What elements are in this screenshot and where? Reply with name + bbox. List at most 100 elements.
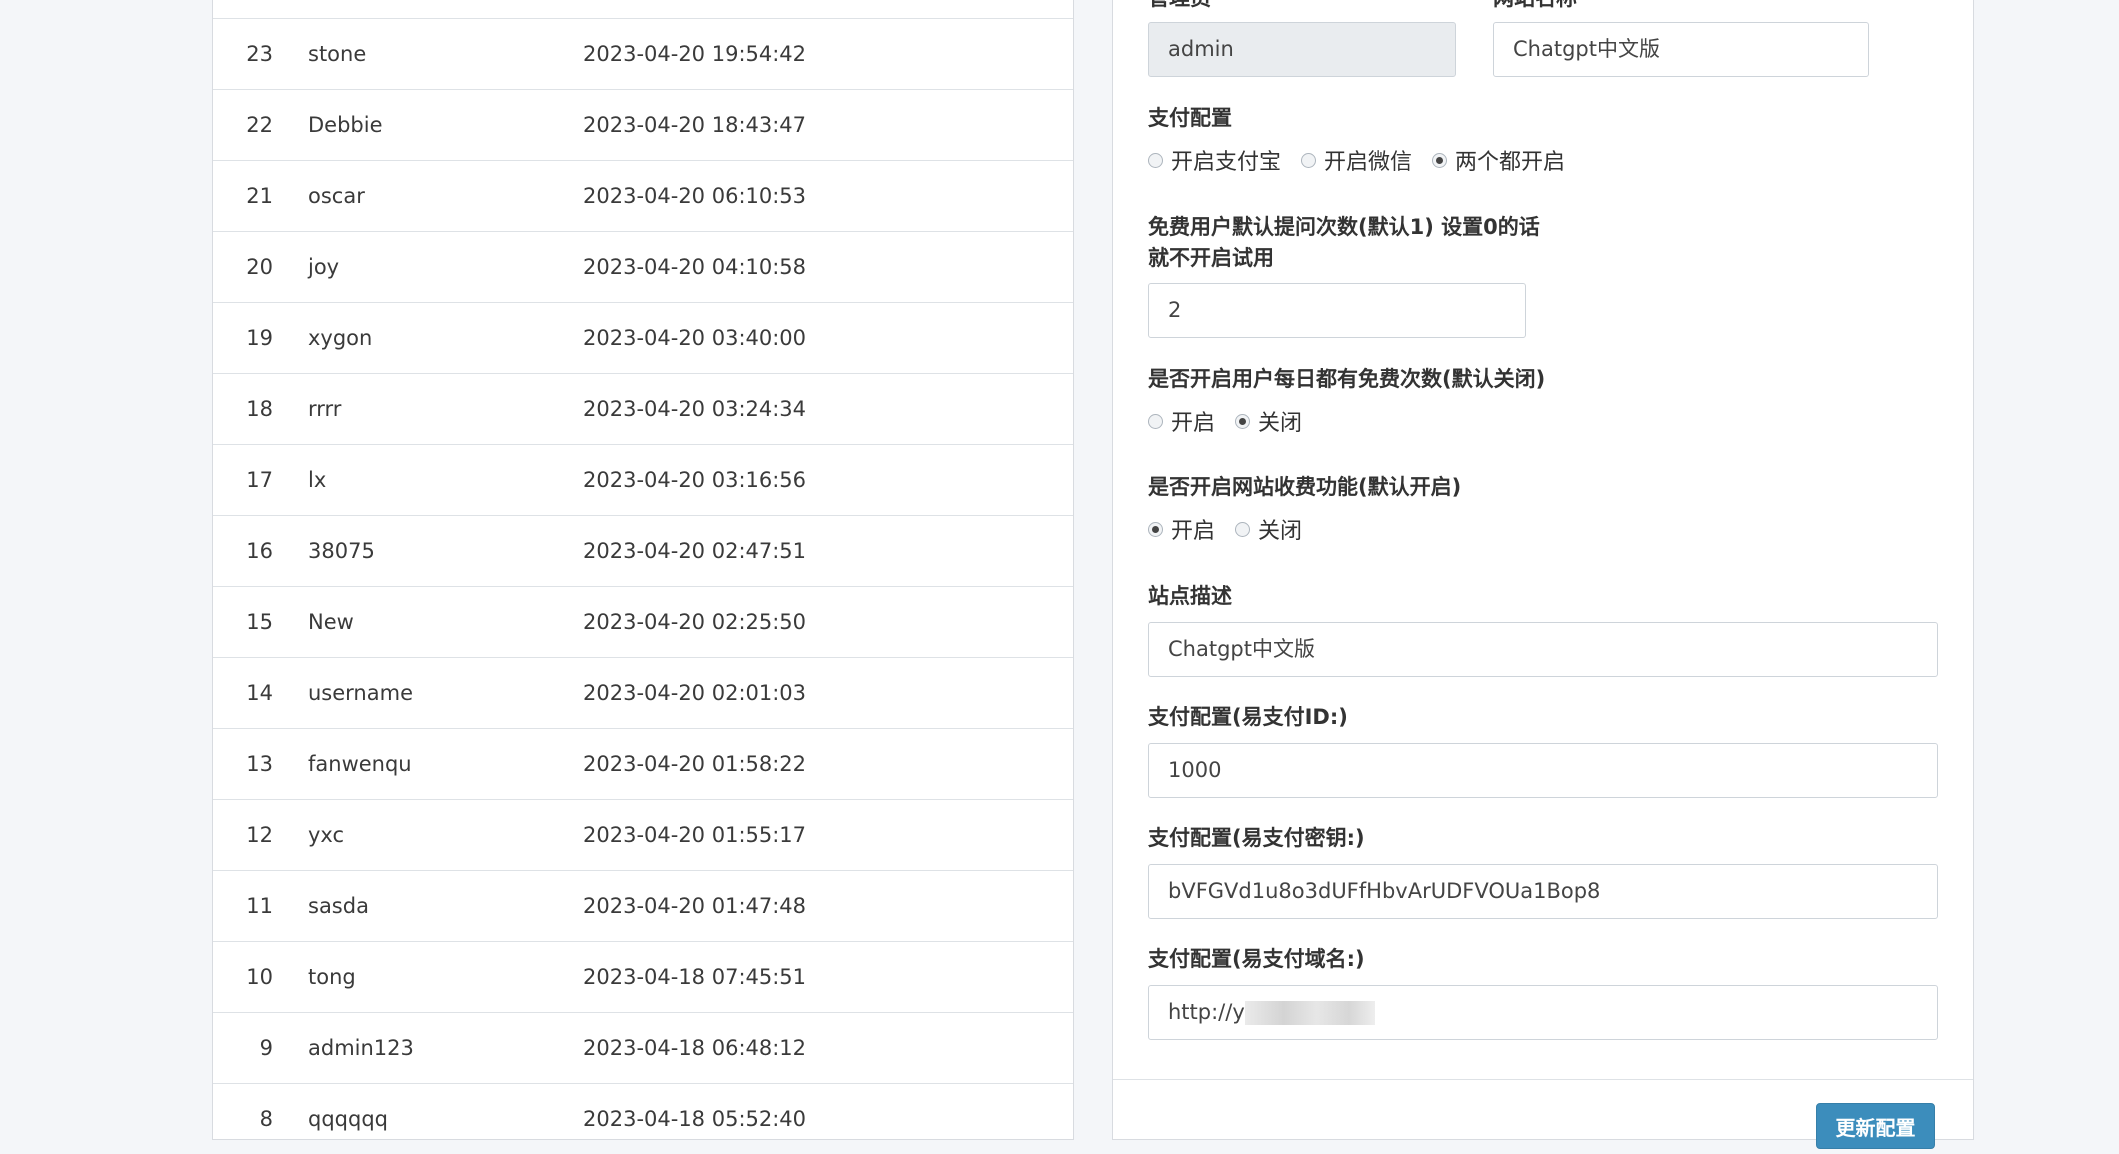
charge-radio-2[interactable] xyxy=(1235,521,1251,537)
row-time-cell: 2023-04-20 01:47:48 xyxy=(583,894,807,918)
table-row: 12 yxc 2023-04-20 01:55:17 xyxy=(213,799,1073,870)
row-username-cell: username xyxy=(308,681,413,705)
site-desc-field[interactable]: Chatgpt中文版 xyxy=(1148,622,1938,677)
row-time-cell: 2023-04-20 04:10:58 xyxy=(583,255,807,279)
row-id-cell: 23 xyxy=(246,42,273,66)
update-config-button[interactable]: 更新配置 xyxy=(1816,1103,1935,1149)
row-id-cell: 17 xyxy=(246,468,273,492)
table-row: 13 fanwenqu 2023-04-20 01:58:22 xyxy=(213,728,1073,799)
pay-option-1[interactable]: 开启支付宝 xyxy=(1148,144,1281,176)
daily-free-radio-1[interactable] xyxy=(1148,413,1163,429)
row-time-cell: 2023-04-20 03:24:34 xyxy=(583,397,807,421)
row-id-cell: 15 xyxy=(246,610,273,634)
free-count-label-line1: 免费用户默认提问次数(默认1) 设置0的话 xyxy=(1148,215,1540,239)
daily-free-option-label: 开启 xyxy=(1171,411,1216,436)
user-table: 23 stone 2023-04-20 19:54:42 22 Debbie 2023-0… xyxy=(213,18,1073,1154)
row-id-cell: 19 xyxy=(246,326,273,350)
row-username-cell: fanwenqu xyxy=(308,752,412,776)
row-time-cell: 2023-04-20 06:10:53 xyxy=(583,184,807,208)
table-row: 15 New 2023-04-20 02:25:50 xyxy=(213,586,1073,657)
row-id-cell: 9 xyxy=(259,1036,273,1060)
daily-free-radio-group: 开启 关闭 xyxy=(1148,405,1322,437)
row-id-cell: 10 xyxy=(246,965,273,989)
pay-radio-3[interactable] xyxy=(1432,152,1448,168)
row-time-cell: 2023-04-20 01:55:17 xyxy=(583,823,807,847)
row-time-cell: 2023-04-20 18:43:47 xyxy=(583,113,807,137)
row-time-cell: 2023-04-18 07:45:51 xyxy=(583,965,807,989)
row-time-cell: 2023-04-20 01:58:22 xyxy=(583,752,807,776)
pay-config-label: 支付配置 xyxy=(1148,106,1232,130)
pay-option-label: 开启微信 xyxy=(1324,150,1413,175)
site-name-field[interactable]: Chatgpt中文版 xyxy=(1493,22,1869,77)
row-username-cell: oscar xyxy=(308,184,365,208)
pay-radio-2[interactable] xyxy=(1301,152,1317,168)
table-row: 14 username 2023-04-20 02:01:03 xyxy=(213,657,1073,728)
row-time-cell: 2023-04-20 19:54:42 xyxy=(583,42,807,66)
pay-option-label: 两个都开启 xyxy=(1455,150,1566,175)
epay-id-field[interactable]: 1000 xyxy=(1148,743,1938,798)
table-row: 19 xygon 2023-04-20 03:40:00 xyxy=(213,302,1073,373)
row-time-cell: 2023-04-20 03:40:00 xyxy=(583,326,807,350)
epay-domain-text: http://y xyxy=(1168,1000,1245,1024)
charge-option-label: 开启 xyxy=(1171,519,1216,544)
row-username-cell: yxc xyxy=(308,823,345,847)
charge-option-1[interactable]: 开启 xyxy=(1148,513,1215,545)
admin-label: 管理员 xyxy=(1148,0,1211,14)
table-row: 23 stone 2023-04-20 19:54:42 xyxy=(213,18,1073,89)
daily-free-option-1[interactable]: 开启 xyxy=(1148,405,1215,437)
site-name-label: 网站名称 xyxy=(1493,0,1577,14)
pay-option-3[interactable]: 两个都开启 xyxy=(1432,144,1565,176)
row-time-cell: 2023-04-18 05:52:40 xyxy=(583,1107,807,1131)
row-username-cell: joy xyxy=(308,255,340,279)
row-id-cell: 11 xyxy=(246,894,273,918)
row-username-cell: xygon xyxy=(308,326,373,350)
row-username-cell: New xyxy=(308,610,354,634)
table-row: 21 oscar 2023-04-20 06:10:53 xyxy=(213,160,1073,231)
table-row: 20 joy 2023-04-20 04:10:58 xyxy=(213,231,1073,302)
row-id-cell: 18 xyxy=(246,397,273,421)
row-username-cell: qqqqqq xyxy=(308,1107,388,1131)
row-username-cell: tong xyxy=(308,965,356,989)
table-row: 11 sasda 2023-04-20 01:47:48 xyxy=(213,870,1073,941)
free-count-label-line2: 就不开启试用 xyxy=(1148,246,1274,270)
charge-label: 是否开启网站收费功能(默认开启) xyxy=(1148,475,1462,499)
row-username-cell: sasda xyxy=(308,894,369,918)
redacted-blur xyxy=(1244,1001,1375,1025)
row-time-cell: 2023-04-20 02:47:51 xyxy=(583,539,807,563)
daily-free-label: 是否开启用户每日都有免费次数(默认关闭) xyxy=(1148,367,1546,391)
charge-option-label: 关闭 xyxy=(1258,519,1303,544)
charge-radio-1[interactable] xyxy=(1148,521,1163,537)
row-username-cell: stone xyxy=(308,42,367,66)
free-count-field[interactable]: 2 xyxy=(1148,283,1526,338)
row-id-cell: 21 xyxy=(246,184,273,208)
row-id-cell: 20 xyxy=(246,255,273,279)
table-row: 10 tong 2023-04-18 07:45:51 xyxy=(213,941,1073,1012)
row-time-cell: 2023-04-20 02:25:50 xyxy=(583,610,807,634)
daily-free-option-label: 关闭 xyxy=(1258,411,1303,436)
table-row: 16 38075 2023-04-20 02:47:51 xyxy=(213,515,1073,586)
epay-domain-label: 支付配置(易支付域名:) xyxy=(1148,947,1365,971)
charge-option-2[interactable]: 关闭 xyxy=(1235,513,1302,545)
row-username-cell: 38075 xyxy=(308,539,375,563)
row-id-cell: 13 xyxy=(246,752,273,776)
daily-free-radio-2[interactable] xyxy=(1235,413,1251,429)
epay-domain-field[interactable]: http://y xyxy=(1148,985,1938,1040)
settings-card: 管理员 admin 网站名称 Chatgpt中文版 支付配置 开启支付宝 开启微信… xyxy=(1112,0,1974,1149)
epay-key-field[interactable]: bVFGVd1u8o3dUFfHbvArUDFVOUa1Bop8 xyxy=(1148,864,1938,919)
row-time-cell: 2023-04-20 03:16:56 xyxy=(583,468,807,492)
row-username-cell: lx xyxy=(308,468,327,492)
daily-free-option-2[interactable]: 关闭 xyxy=(1235,405,1302,437)
epay-id-label: 支付配置(易支付ID:) xyxy=(1148,705,1348,729)
pay-radio-1[interactable] xyxy=(1148,152,1163,168)
row-id-cell: 14 xyxy=(246,681,273,705)
admin-field[interactable]: admin xyxy=(1148,22,1456,77)
epay-key-label: 支付配置(易支付密钥:) xyxy=(1148,826,1365,850)
table-row: 9 admin123 2023-04-18 06:48:12 xyxy=(213,1012,1073,1083)
table-row: 22 Debbie 2023-04-20 18:43:47 xyxy=(213,89,1073,160)
site-desc-label: 站点描述 xyxy=(1148,584,1232,608)
pay-option-2[interactable]: 开启微信 xyxy=(1301,144,1412,176)
pay-config-radio-group: 开启支付宝 开启微信 两个都开启 xyxy=(1148,144,1585,176)
pay-option-label: 开启支付宝 xyxy=(1171,150,1282,175)
row-username-cell: rrrr xyxy=(308,397,342,421)
row-time-cell: 2023-04-18 06:48:12 xyxy=(583,1036,807,1060)
